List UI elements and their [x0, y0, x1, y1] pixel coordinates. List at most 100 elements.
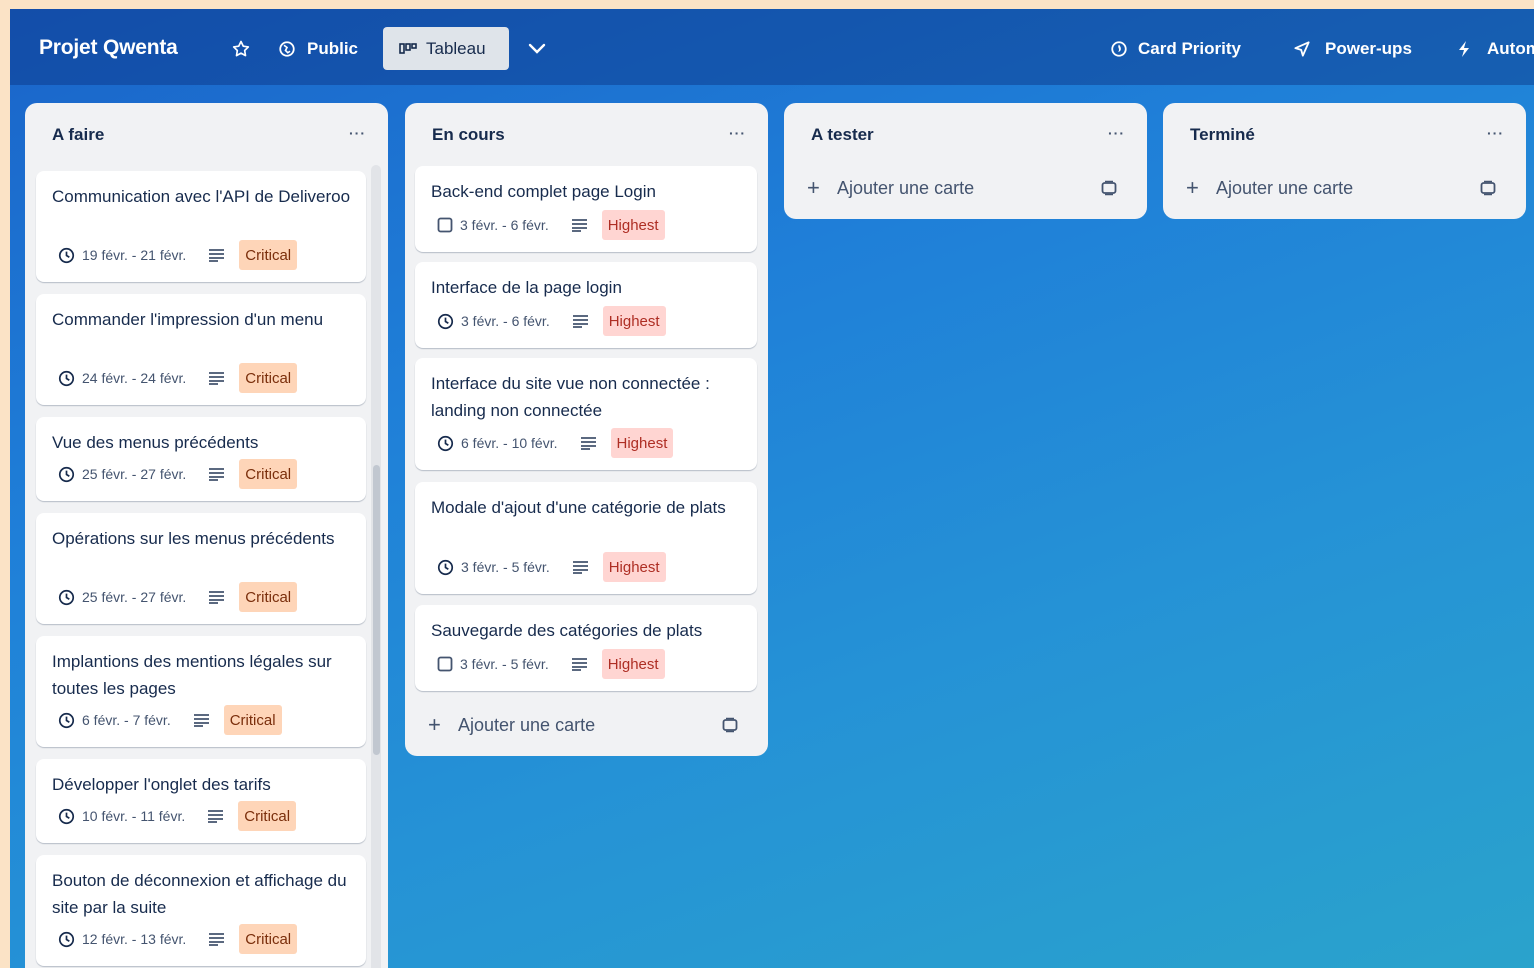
- powerups-button[interactable]: Power-ups: [1292, 28, 1412, 70]
- card[interactable]: Développer l'onglet des tarifs 10 févr. …: [36, 759, 366, 843]
- card-dates: 3 févr. - 6 févr.: [460, 217, 549, 233]
- card[interactable]: Modale d'ajout d'une catégorie de plats …: [415, 482, 757, 594]
- clock-icon: [437, 435, 454, 451]
- list-header: A faire ···: [25, 103, 388, 157]
- clock-icon: [58, 589, 75, 605]
- card-priority-button[interactable]: Card Priority: [1110, 28, 1241, 70]
- priority-badge: Highest: [602, 552, 666, 582]
- view-switcher-board[interactable]: Tableau: [383, 27, 509, 70]
- card[interactable]: Interface du site vue non connectée : la…: [415, 358, 757, 470]
- add-card-button[interactable]: + Ajouter une carte: [428, 709, 748, 741]
- card-meta: 25 févr. - 27 févr. Critical: [58, 582, 298, 612]
- card[interactable]: Vue des menus précédents 25 févr. - 27 f…: [36, 417, 366, 501]
- card-title: Interface du site vue non connectée : la…: [431, 374, 710, 420]
- list-a-tester: A tester ··· + Ajouter une carte: [784, 103, 1147, 219]
- powerups-label: Power-ups: [1325, 39, 1412, 58]
- card[interactable]: Implantions des mentions légales sur tou…: [36, 636, 366, 747]
- card[interactable]: Back-end complet page Login 3 févr. - 6 …: [415, 166, 757, 252]
- card-dates: 3 févr. - 5 févr.: [461, 559, 550, 575]
- clock-icon: [58, 712, 75, 728]
- description-icon: [209, 249, 225, 262]
- card-dates: 6 févr. - 10 févr.: [461, 435, 558, 451]
- card-meta: 3 févr. - 6 févr. Highest: [437, 306, 666, 336]
- card-meta: 24 févr. - 24 févr. Critical: [58, 363, 298, 393]
- visibility-label: Public: [307, 39, 359, 58]
- card-title: Modale d'ajout d'une catégorie de plats: [431, 498, 726, 517]
- card-meta: 25 févr. - 27 févr. Critical: [58, 459, 298, 489]
- priority-badge: Highest: [601, 210, 665, 240]
- description-icon: [572, 315, 588, 328]
- list-title[interactable]: En cours: [432, 125, 505, 145]
- card-meta: 12 févr. - 13 févr. Critical: [58, 924, 298, 954]
- board-view-icon: [399, 42, 417, 54]
- list-scrollbar-thumb[interactable]: [373, 465, 380, 755]
- priority-badge: Critical: [239, 924, 298, 954]
- star-button[interactable]: [230, 28, 252, 70]
- card-title: Opérations sur les menus précédents: [52, 529, 335, 548]
- description-icon: [571, 658, 587, 671]
- card[interactable]: Communication avec l'API de Deliveroo 19…: [36, 171, 366, 282]
- view-dropdown-button[interactable]: [526, 28, 548, 70]
- card[interactable]: Opérations sur les menus précédents 25 f…: [36, 513, 366, 624]
- card-template-icon[interactable]: [722, 717, 738, 733]
- list-menu-button[interactable]: ···: [1108, 125, 1125, 141]
- card[interactable]: Interface de la page login 3 févr. - 6 f…: [415, 262, 757, 348]
- visibility-button[interactable]: Public: [278, 28, 358, 70]
- card-dates: 24 févr. - 24 févr.: [82, 370, 187, 386]
- priority-badge: Critical: [239, 363, 298, 393]
- list-menu-button[interactable]: ···: [729, 125, 746, 141]
- priority-badge: Highest: [601, 649, 665, 679]
- add-card-label: Ajouter une carte: [837, 177, 975, 198]
- list-menu-button[interactable]: ···: [349, 125, 366, 141]
- card-template-icon[interactable]: [1101, 180, 1117, 196]
- add-card-label: Ajouter une carte: [458, 714, 596, 735]
- list-title[interactable]: A tester: [811, 125, 874, 145]
- card-dates: 3 févr. - 6 févr.: [461, 313, 550, 329]
- automation-button[interactable]: Autom: [1457, 28, 1534, 70]
- card-priority-label: Card Priority: [1138, 39, 1241, 58]
- card[interactable]: Bouton de déconnexion et affichage du si…: [36, 855, 366, 966]
- priority-badge: Critical: [239, 459, 298, 489]
- priority-icon: [1111, 41, 1127, 57]
- list-header: Terminé ···: [1163, 103, 1526, 157]
- list-title[interactable]: Terminé: [1190, 125, 1255, 145]
- card-dates: 10 févr. - 11 févr.: [82, 808, 186, 824]
- clock-icon: [58, 808, 75, 824]
- description-icon: [208, 810, 224, 823]
- list-en-cours: En cours ··· Back-end complet page Login…: [405, 103, 768, 756]
- priority-badge: Critical: [238, 801, 297, 831]
- add-card-button[interactable]: + Ajouter une carte: [807, 172, 1127, 204]
- list-title[interactable]: A faire: [52, 125, 104, 145]
- card-title: Implantions des mentions légales sur tou…: [52, 652, 332, 698]
- globe-icon: [279, 41, 295, 57]
- card-title: Développer l'onglet des tarifs: [52, 775, 271, 794]
- description-icon: [571, 219, 587, 232]
- list-a-faire: A faire ··· Communication avec l'API de …: [25, 103, 388, 968]
- description-icon: [572, 561, 588, 574]
- card-meta: 6 févr. - 7 févr. Critical: [58, 705, 282, 735]
- card-title: Vue des menus précédents: [52, 433, 259, 452]
- card-meta: 6 févr. - 10 févr. Highest: [437, 428, 674, 458]
- list-header: A tester ···: [784, 103, 1147, 157]
- list-menu-button[interactable]: ···: [1487, 125, 1504, 141]
- card-meta: 10 févr. - 11 févr. Critical: [58, 801, 297, 831]
- clock-icon: [437, 559, 454, 575]
- card-title: Interface de la page login: [431, 278, 622, 297]
- card-title: Commander l'impression d'un menu: [52, 310, 324, 329]
- card-template-icon[interactable]: [1480, 180, 1496, 196]
- card[interactable]: Commander l'impression d'un menu 24 févr…: [36, 294, 366, 405]
- board: Projet Qwenta Public Tableau Card Priori…: [10, 9, 1534, 968]
- card-title: Communication avec l'API de Deliveroo: [52, 187, 351, 206]
- add-card-button[interactable]: + Ajouter une carte: [1186, 172, 1506, 204]
- card-meta: 19 févr. - 21 févr. Critical: [58, 240, 298, 270]
- checkbox-icon: [437, 217, 453, 233]
- view-label: Tableau: [426, 38, 486, 58]
- chevron-down-icon: [528, 43, 546, 54]
- priority-badge: Critical: [239, 582, 298, 612]
- list-header: En cours ···: [405, 103, 768, 157]
- card-meta: 3 févr. - 6 févr. Highest: [437, 210, 665, 240]
- automation-label: Autom: [1487, 39, 1534, 58]
- board-title[interactable]: Projet Qwenta: [39, 36, 178, 60]
- clock-icon: [58, 466, 75, 482]
- card[interactable]: Sauvegarde des catégories de plats 3 fév…: [415, 605, 757, 691]
